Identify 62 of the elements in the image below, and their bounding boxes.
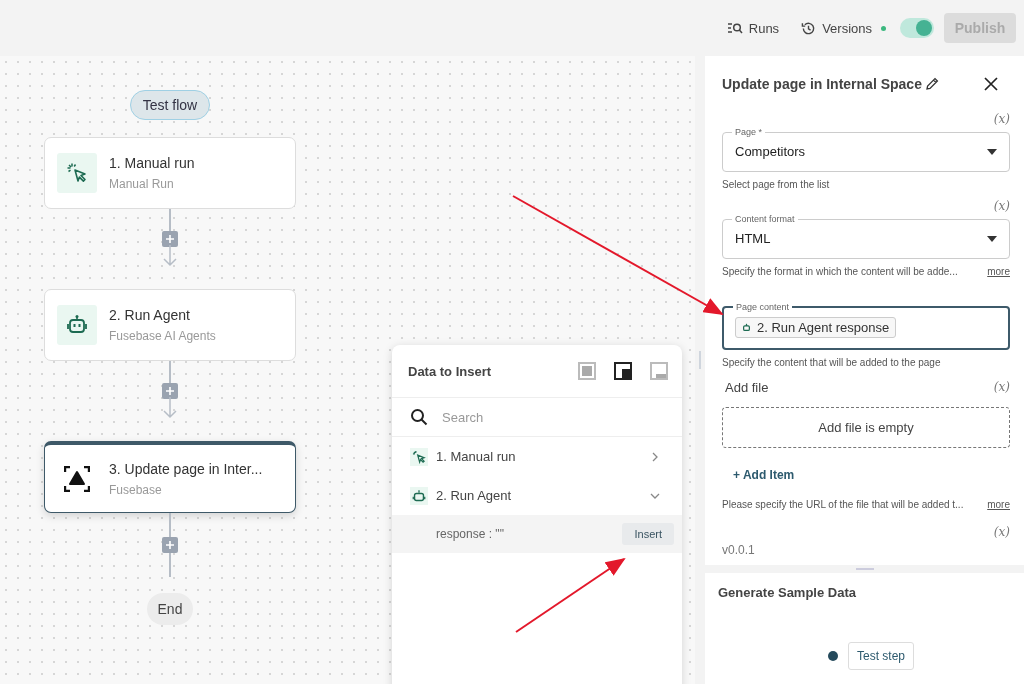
resize-handle[interactable] (699, 351, 701, 369)
empty-file-dropzone: Add file is empty (722, 406, 1010, 448)
node-title: 3. Update page in Inter... (109, 460, 263, 477)
layout-mode-icon[interactable] (614, 362, 632, 380)
runs-link[interactable]: Runs (748, 20, 780, 36)
robot-icon (412, 488, 426, 503)
variable-toggle[interactable]: (x) (993, 525, 1010, 539)
field-hint: Specify the format in which the content will be adde... (722, 265, 958, 277)
cursor-click-icon (412, 449, 426, 464)
test-step-button[interactable]: Test step (848, 642, 915, 670)
pencil-icon[interactable] (924, 76, 939, 91)
variable-toggle[interactable]: (x) (993, 198, 1010, 213)
field-hint: Select page from the list (722, 178, 830, 190)
node-subtitle: Fusebase AI Agents (109, 329, 216, 343)
flow-node-card[interactable]: 2. Run Agent Fusebase AI Agents (44, 289, 296, 361)
history-icon[interactable] (801, 20, 817, 36)
end-node: End (147, 593, 193, 625)
node-subtitle: Fusebase (109, 482, 163, 497)
status-dot (828, 651, 838, 661)
field-hint: Specify the content that will be added to the page (722, 356, 941, 368)
close-icon[interactable] (984, 76, 998, 91)
flow-node-card[interactable]: 3. Update page in Inter... Fusebase (44, 441, 296, 513)
variable-toggle[interactable]: (x) (993, 111, 1010, 126)
field-hint: Please specify the URL of the file that will be added t... (722, 499, 964, 510)
add-step-icon[interactable] (162, 383, 178, 399)
dropdown-caret-icon (987, 148, 997, 155)
popup-title: Data to Insert (408, 363, 493, 379)
version-label: v0.0.1 (722, 543, 756, 557)
more-link[interactable]: more (987, 265, 1010, 277)
add-step-icon[interactable] (162, 537, 178, 553)
add-step-icon[interactable] (162, 231, 178, 247)
node-title: 2. Run Agent (109, 307, 191, 323)
node-subtitle: Manual Run (109, 177, 175, 191)
cursor-click-icon (66, 162, 88, 184)
variable-toggle[interactable]: (x) (993, 380, 1010, 395)
step-list-item[interactable]: 1. Manual run (392, 437, 682, 476)
arrow-down-icon (163, 397, 177, 419)
content-field[interactable]: Page content 2. Run Agent response (722, 305, 1010, 350)
robot-icon (742, 323, 751, 333)
panel-title: Update page in Internal Space (722, 75, 922, 92)
resize-handle[interactable] (855, 568, 874, 570)
toggle-switch[interactable] (900, 18, 934, 38)
search-icon (410, 408, 428, 426)
step-list-item[interactable]: 2. Run Agent (392, 476, 682, 515)
robot-icon (66, 314, 88, 336)
flow-node-card[interactable]: 1. Manual run Manual Run (44, 137, 296, 209)
section-title: Generate Sample Data (718, 585, 857, 600)
add-item-link[interactable]: + Add Item (733, 468, 1010, 482)
runs-icon[interactable] (726, 22, 743, 34)
versions-link[interactable]: Versions (822, 20, 872, 36)
more-link[interactable]: more (987, 499, 1010, 510)
variable-chip[interactable]: 2. Run Agent response (735, 317, 897, 339)
field-label: Add file (725, 379, 769, 395)
arrow-down-icon (163, 245, 177, 267)
triangle-frame-icon (64, 465, 90, 492)
test-flow-button[interactable]: Test flow (129, 90, 211, 120)
chip-label: 2. Run Agent response (757, 320, 890, 336)
dropdown-caret-icon (987, 235, 997, 242)
insert-button[interactable]: Insert (622, 523, 674, 545)
node-title: 1. Manual run (109, 155, 195, 171)
field-name: response : "" (436, 527, 504, 541)
search-field[interactable]: Search (440, 408, 644, 426)
